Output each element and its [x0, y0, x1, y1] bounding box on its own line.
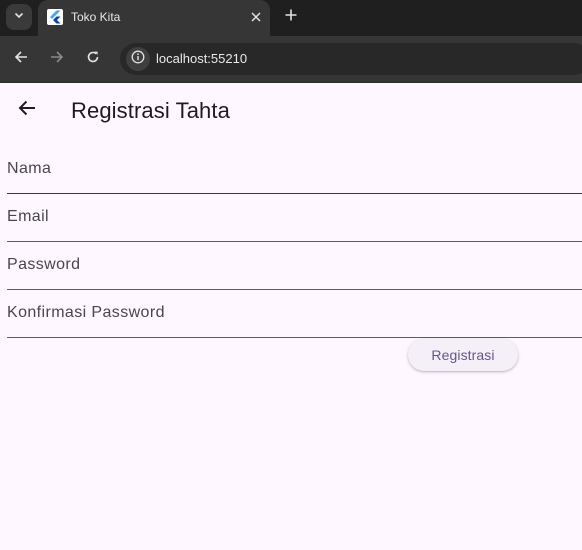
- email-input[interactable]: [7, 194, 582, 240]
- password-input[interactable]: [7, 242, 582, 288]
- tab-search-button[interactable]: [6, 4, 32, 30]
- confirm-password-field: [7, 290, 582, 338]
- site-info-button[interactable]: [126, 47, 150, 71]
- browser-tab-strip: Toko Kita: [0, 0, 582, 36]
- confirm-password-input[interactable]: [7, 290, 582, 336]
- reload-icon: [86, 50, 100, 69]
- plus-icon: [285, 8, 297, 26]
- tab-title: Toko Kita: [71, 10, 121, 24]
- info-icon: [131, 50, 145, 69]
- url-text: localhost:55210: [156, 51, 248, 66]
- back-nav-button[interactable]: [11, 49, 31, 69]
- name-field: [7, 146, 582, 194]
- arrow-back-icon: [17, 98, 37, 123]
- arrow-right-icon: [50, 50, 64, 69]
- arrow-left-icon: [14, 50, 28, 69]
- forward-nav-button[interactable]: [47, 49, 67, 69]
- app-back-button[interactable]: [12, 95, 42, 125]
- new-tab-button[interactable]: [281, 7, 301, 27]
- register-button[interactable]: Registrasi: [408, 339, 518, 371]
- browser-tab[interactable]: Toko Kita: [38, 0, 270, 36]
- password-field: [7, 242, 582, 290]
- confirm-password-underline: [7, 337, 582, 338]
- reload-button[interactable]: [83, 49, 103, 69]
- name-input[interactable]: [7, 146, 582, 192]
- flutter-favicon-icon: [47, 9, 63, 25]
- address-bar[interactable]: localhost:55210: [120, 43, 582, 75]
- close-icon[interactable]: [248, 9, 264, 25]
- chevron-down-icon: [13, 8, 25, 26]
- page-title: Registrasi Tahta: [71, 98, 230, 123]
- email-field: [7, 194, 582, 242]
- app-screen: Registrasi Tahta Registrasi: [0, 83, 582, 550]
